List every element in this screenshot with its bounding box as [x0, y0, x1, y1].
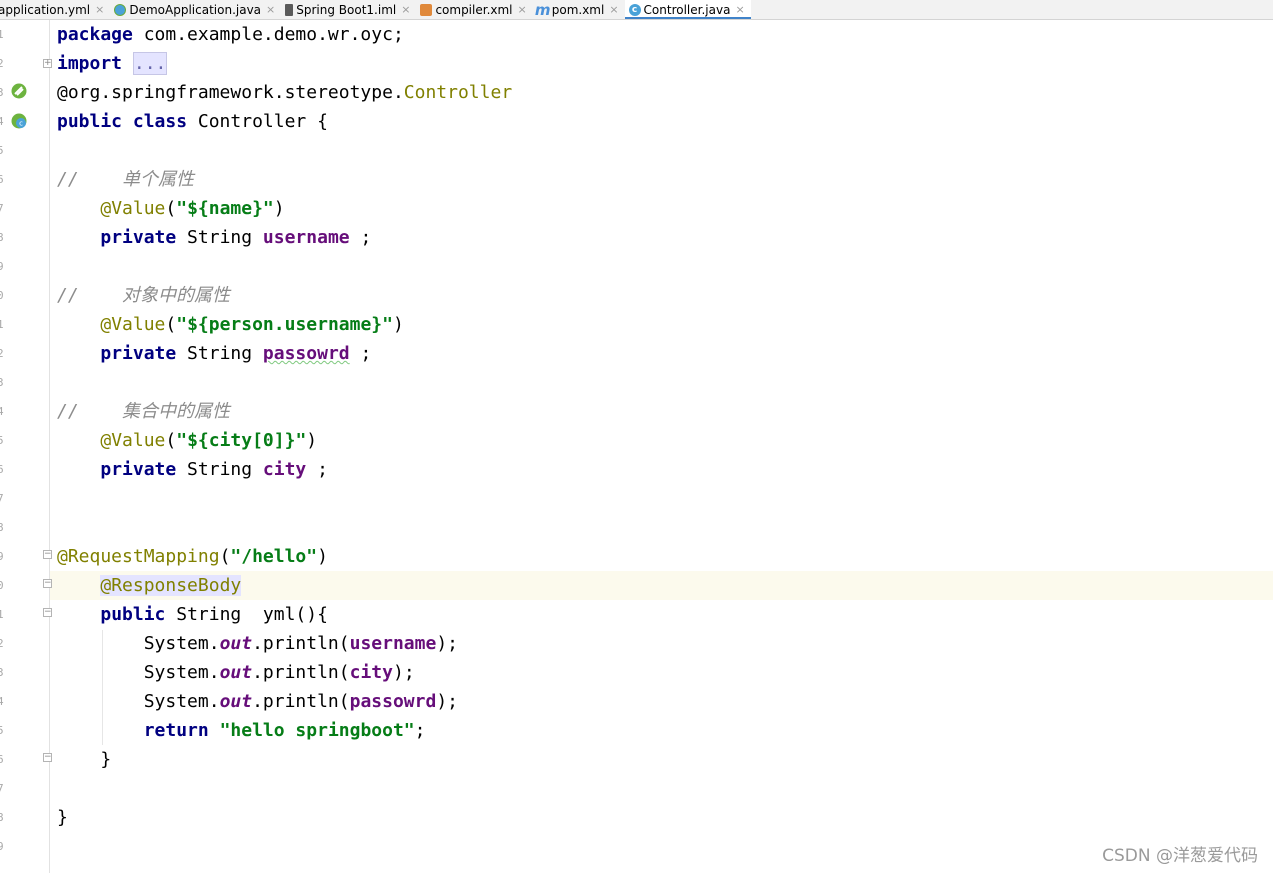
close-icon[interactable]: ×	[401, 3, 410, 16]
editor-gutter: 1 2 3 4 5 6 7 8 9 0 1 2 3 4 5 6 7 8 9 0 …	[0, 20, 52, 873]
code-line-21: public String yml(){	[100, 604, 328, 625]
line-number: 7	[0, 202, 4, 215]
line-number: 4	[0, 115, 4, 128]
code-line-26: }	[100, 749, 112, 770]
line-number: 8	[0, 811, 4, 824]
line-number: 5	[0, 434, 4, 447]
tab-label: DemoApplication.java	[129, 2, 262, 17]
code-line-23: System.out.println(city);	[143, 662, 415, 683]
code-line-11: @Value("${person.username}")	[100, 314, 404, 335]
line-number: 8	[0, 231, 4, 244]
code-line-6: // 单个属性	[57, 169, 195, 190]
xml-file-icon	[420, 3, 433, 16]
line-number: 5	[0, 144, 4, 157]
code-line-24: System.out.println(passowrd);	[143, 691, 459, 712]
line-number: 3	[0, 86, 4, 99]
folded-imports[interactable]: ...	[132, 52, 168, 75]
code-line-2: import ...	[57, 52, 168, 75]
tab-label: Controller.java	[643, 2, 731, 17]
line-number: 6	[0, 463, 4, 476]
close-icon[interactable]: ×	[266, 3, 275, 16]
tab-label: Spring Boot1.iml	[296, 2, 397, 17]
code-line-15: @Value("${city[0]}")	[100, 430, 318, 451]
code-line-7: @Value("${name}")	[100, 198, 285, 219]
line-number: 7	[0, 782, 4, 795]
line-number: 5	[0, 724, 4, 737]
tab-label: pom.xml	[551, 2, 605, 17]
line-number: 1	[0, 28, 4, 41]
code-line-28: }	[57, 807, 68, 828]
maven-icon: m	[534, 0, 551, 19]
line-number: 1	[0, 608, 4, 621]
spring-class-icon	[114, 3, 127, 16]
line-number: 4	[0, 695, 4, 708]
tab-spring-boot1-iml[interactable]: Spring Boot1.iml ×	[281, 0, 416, 19]
line-number: 0	[0, 579, 4, 592]
close-icon[interactable]: ×	[735, 3, 744, 16]
code-line-22: System.out.println(username);	[143, 633, 459, 654]
code-line-4: public class Controller {	[57, 111, 328, 132]
tab-label: application.yml	[0, 2, 91, 17]
tab-demo-application-java[interactable]: DemoApplication.java ×	[110, 0, 281, 19]
svg-text:c: c	[19, 120, 23, 128]
code-line-10: // 对象中的属性	[57, 285, 231, 306]
line-number: 4	[0, 405, 4, 418]
line-number: 0	[0, 289, 4, 302]
code-line-16: private String city ;	[100, 459, 328, 480]
line-number: 3	[0, 376, 4, 389]
watermark: CSDN @洋葱爱代码	[1102, 846, 1258, 866]
close-icon[interactable]: ×	[95, 3, 104, 16]
tab-controller-java[interactable]: c Controller.java ×	[624, 0, 751, 19]
line-number: 6	[0, 173, 4, 186]
tab-label: compiler.xml	[435, 2, 513, 17]
line-number: 9	[0, 260, 4, 273]
code-line-14: // 集合中的属性	[57, 401, 231, 422]
code-line-19: @RequestMapping("/hello")	[57, 546, 328, 567]
code-line-12: private String passowrd ;	[100, 343, 372, 364]
code-line-20: @ResponseBody	[100, 575, 242, 596]
code-line-3: @org.springframework.stereotype.Controll…	[57, 82, 513, 103]
line-number: 3	[0, 666, 4, 679]
code-line-1: package com.example.demo.wr.oyc;	[57, 24, 404, 45]
tab-pom-xml[interactable]: m pom.xml ×	[533, 0, 625, 19]
code-line-25: return "hello springboot";	[143, 720, 426, 741]
class-icon: c	[628, 3, 641, 16]
line-number: 8	[0, 521, 4, 534]
code-line-8: private String username ;	[100, 227, 372, 248]
line-number: 7	[0, 492, 4, 505]
line-number: 9	[0, 550, 4, 563]
line-number: 9	[0, 840, 4, 853]
tab-application-yml[interactable]: application.yml ×	[0, 0, 110, 19]
line-number: 1	[0, 318, 4, 331]
close-icon[interactable]: ×	[518, 3, 527, 16]
line-number: 2	[0, 637, 4, 650]
code-editor[interactable]: package com.example.demo.wr.oyc; import …	[50, 20, 1273, 873]
line-number: 6	[0, 753, 4, 766]
close-icon[interactable]: ×	[609, 3, 618, 16]
line-number: 2	[0, 347, 4, 360]
line-number: 2	[0, 57, 4, 70]
tab-compiler-xml[interactable]: compiler.xml ×	[416, 0, 532, 19]
iml-file-icon	[285, 3, 294, 16]
spring-bean-icon[interactable]	[11, 83, 27, 99]
editor-tab-bar: application.yml × DemoApplication.java ×…	[0, 0, 1273, 20]
spring-class-icon[interactable]: c	[11, 113, 27, 129]
